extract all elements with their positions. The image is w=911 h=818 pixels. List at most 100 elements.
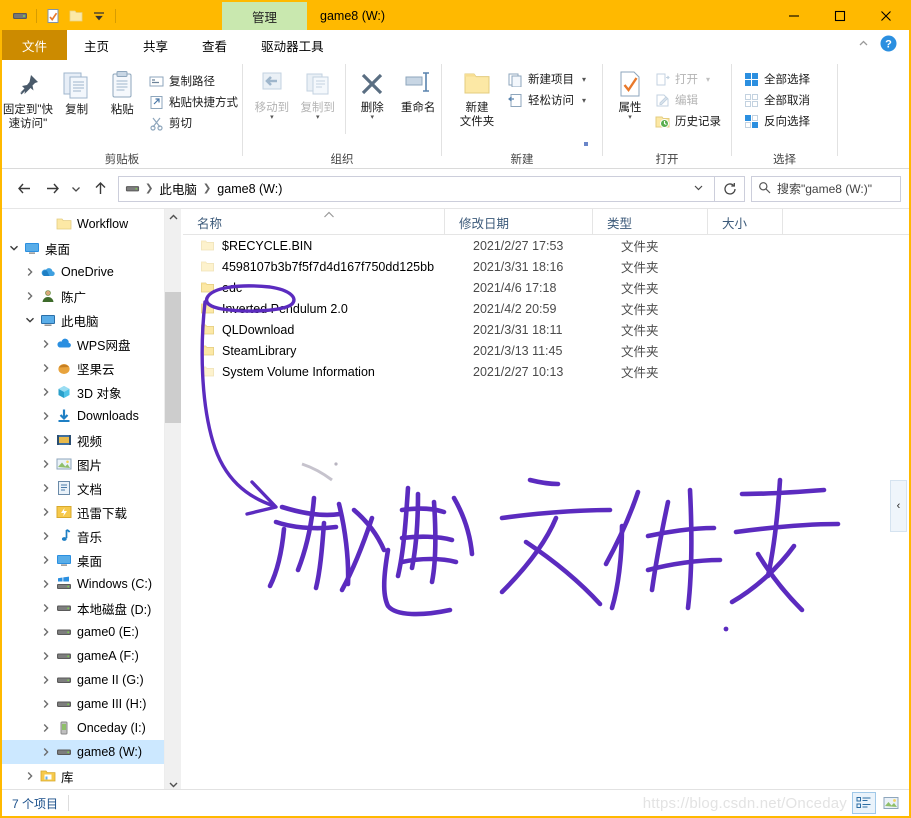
easy-access-button[interactable]: 轻松访问 ▾ <box>504 91 590 109</box>
breadcrumb-item-game8[interactable]: game8 (W:) <box>214 182 285 196</box>
table-row[interactable]: SteamLibrary 2021/3/13 11:45 文件夹 <box>183 340 909 361</box>
nav-item-3d[interactable]: 3D 对象 <box>2 380 164 404</box>
new-folder-button[interactable]: 新建 文件夹 <box>450 64 504 129</box>
nav-scrollbar[interactable] <box>164 209 182 793</box>
chevron-right-icon[interactable] <box>38 363 54 373</box>
tab-share[interactable]: 共享 <box>126 30 185 60</box>
breadcrumb-dropdown-icon[interactable] <box>687 182 710 196</box>
customize-caret-icon[interactable] <box>89 6 109 26</box>
nav-item-onedrive[interactable]: OneDrive <box>2 260 164 284</box>
nav-item-[interactable]: 音乐 <box>2 524 164 548</box>
chevron-right-icon[interactable] <box>38 747 54 757</box>
tab-file[interactable]: 文件 <box>2 30 68 60</box>
paste-button[interactable]: 粘贴 <box>99 64 145 117</box>
properties-caret-icon[interactable]: ▾ <box>628 114 632 121</box>
nav-item-[interactable]: 陈广 <box>2 284 164 308</box>
select-all-button[interactable]: 全部选择 <box>740 70 814 88</box>
easy-access-caret-icon[interactable]: ▾ <box>582 96 586 105</box>
chevron-right-icon[interactable] <box>38 579 54 589</box>
table-row[interactable]: $RECYCLE.BIN 2021/2/27 17:53 文件夹 <box>183 235 909 256</box>
maximize-button[interactable] <box>817 2 863 30</box>
scroll-up-icon[interactable] <box>165 209 182 226</box>
chevron-right-icon[interactable] <box>38 627 54 637</box>
refresh-button[interactable] <box>715 175 745 202</box>
table-row[interactable]: QLDownload 2021/3/31 18:11 文件夹 <box>183 319 909 340</box>
collapse-ribbon-icon[interactable] <box>857 37 870 53</box>
nav-item-gamea-f[interactable]: gameA (F:) <box>2 644 164 668</box>
chevron-right-icon[interactable] <box>38 699 54 709</box>
table-row[interactable]: System Volume Information 2021/2/27 10:13… <box>183 361 909 382</box>
nav-item-game0-e[interactable]: game0 (E:) <box>2 620 164 644</box>
chevron-down-icon[interactable] <box>6 243 22 253</box>
delete-caret-icon[interactable]: ▾ <box>371 114 375 121</box>
nav-item-downloads[interactable]: Downloads <box>2 404 164 428</box>
nav-item-windows-c[interactable]: Windows (C:) <box>2 572 164 596</box>
nav-item-[interactable]: 库 <box>2 764 164 788</box>
open-button[interactable]: 打开 ▾ <box>651 70 725 88</box>
copy-to-caret-icon[interactable]: ▾ <box>316 114 320 121</box>
chevron-right-icon[interactable] <box>38 603 54 613</box>
chevron-right-icon[interactable] <box>38 507 54 517</box>
column-header-size[interactable]: 大小 <box>708 209 783 235</box>
new-item-button[interactable]: 新建项目 ▾ <box>504 70 590 88</box>
breadcrumb-separator-1[interactable]: ❯ <box>200 183 214 194</box>
close-button[interactable] <box>863 2 909 30</box>
help-icon[interactable]: ? <box>880 35 897 55</box>
navigation-pane[interactable]: Workflow 桌面 OneDrive 陈广 此电脑 WPS网盘 坚果云 3D 对象 Down… <box>2 209 164 793</box>
chevron-right-icon[interactable] <box>38 675 54 685</box>
chevron-right-icon[interactable] <box>38 339 54 349</box>
column-header-name[interactable]: 名称 <box>183 209 445 235</box>
nav-item-d[interactable]: 本地磁盘 (D:) <box>2 596 164 620</box>
open-caret-icon[interactable]: ▾ <box>706 75 710 84</box>
chevron-right-icon[interactable] <box>38 387 54 397</box>
nav-item-[interactable]: 图片 <box>2 452 164 476</box>
chevron-right-icon[interactable] <box>22 267 38 277</box>
chevron-right-icon[interactable] <box>38 435 54 445</box>
copy-to-button[interactable]: 复制到 ▾ <box>295 64 341 121</box>
move-to-button[interactable]: 移动到 ▾ <box>249 64 295 121</box>
file-list[interactable]: 名称 修改日期 类型 大小 $RECYCLE.BIN 2021/2/27 17:5… <box>183 209 909 793</box>
column-header-type[interactable]: 类型 <box>593 209 708 235</box>
nav-item-game-ii-g[interactable]: game II (G:) <box>2 668 164 692</box>
preview-pane-toggle[interactable]: ‹ <box>890 480 907 532</box>
chevron-right-icon[interactable] <box>38 555 54 565</box>
drive-icon[interactable] <box>10 6 30 26</box>
nav-item-onceday-i[interactable]: Onceday (I:) <box>2 716 164 740</box>
chevron-right-icon[interactable] <box>22 291 38 301</box>
new-group-dialog-launcher[interactable] <box>584 142 588 146</box>
nav-item-[interactable]: 桌面 <box>2 548 164 572</box>
up-button[interactable] <box>86 175 114 203</box>
chevron-right-icon[interactable] <box>38 723 54 733</box>
invert-selection-button[interactable]: 反向选择 <box>740 112 814 130</box>
nav-item-[interactable]: 坚果云 <box>2 356 164 380</box>
breadcrumb[interactable]: ❯ 此电脑 ❯ game8 (W:) <box>118 175 715 202</box>
details-view-icon[interactable] <box>852 792 876 814</box>
table-row[interactable]: edc 2021/4/6 17:18 文件夹 <box>183 277 909 298</box>
chevron-right-icon[interactable] <box>38 459 54 469</box>
chevron-right-icon[interactable] <box>38 483 54 493</box>
tab-view[interactable]: 查看 <box>185 30 244 60</box>
nav-item-workflow[interactable]: Workflow <box>2 212 164 236</box>
edit-button[interactable]: 编辑 <box>651 91 725 109</box>
nav-item-[interactable]: 桌面 <box>2 236 164 260</box>
table-row[interactable]: Inverted Pendulum 2.0 2021/4/2 20:59 文件夹 <box>183 298 909 319</box>
properties-button[interactable]: 属性 ▾ <box>609 64 651 121</box>
minimize-button[interactable] <box>771 2 817 30</box>
thumbnails-view-icon[interactable] <box>879 792 903 814</box>
move-to-caret-icon[interactable]: ▾ <box>270 114 274 121</box>
chevron-right-icon[interactable] <box>22 771 38 781</box>
nav-item-wps[interactable]: WPS网盘 <box>2 332 164 356</box>
nav-item-game8-w[interactable]: game8 (W:) <box>2 740 164 764</box>
scrollbar-thumb[interactable] <box>165 292 182 423</box>
select-none-button[interactable]: 全部取消 <box>740 91 814 109</box>
breadcrumb-separator-0[interactable]: ❯ <box>142 183 156 194</box>
tab-home[interactable]: 主页 <box>67 30 127 60</box>
breadcrumb-item-this-pc[interactable]: 此电脑 <box>156 179 200 198</box>
rename-button[interactable]: 重命名 <box>395 64 441 115</box>
properties-icon[interactable] <box>43 6 63 26</box>
chevron-right-icon[interactable] <box>38 411 54 421</box>
table-row[interactable]: 4598107b3b7f5f7d4d167f750dd125bb 2021/3/3… <box>183 256 909 277</box>
chevron-right-icon[interactable] <box>38 531 54 541</box>
search-input[interactable]: 搜索"game8 (W:)" <box>751 175 901 202</box>
nav-item-[interactable]: 文档 <box>2 476 164 500</box>
